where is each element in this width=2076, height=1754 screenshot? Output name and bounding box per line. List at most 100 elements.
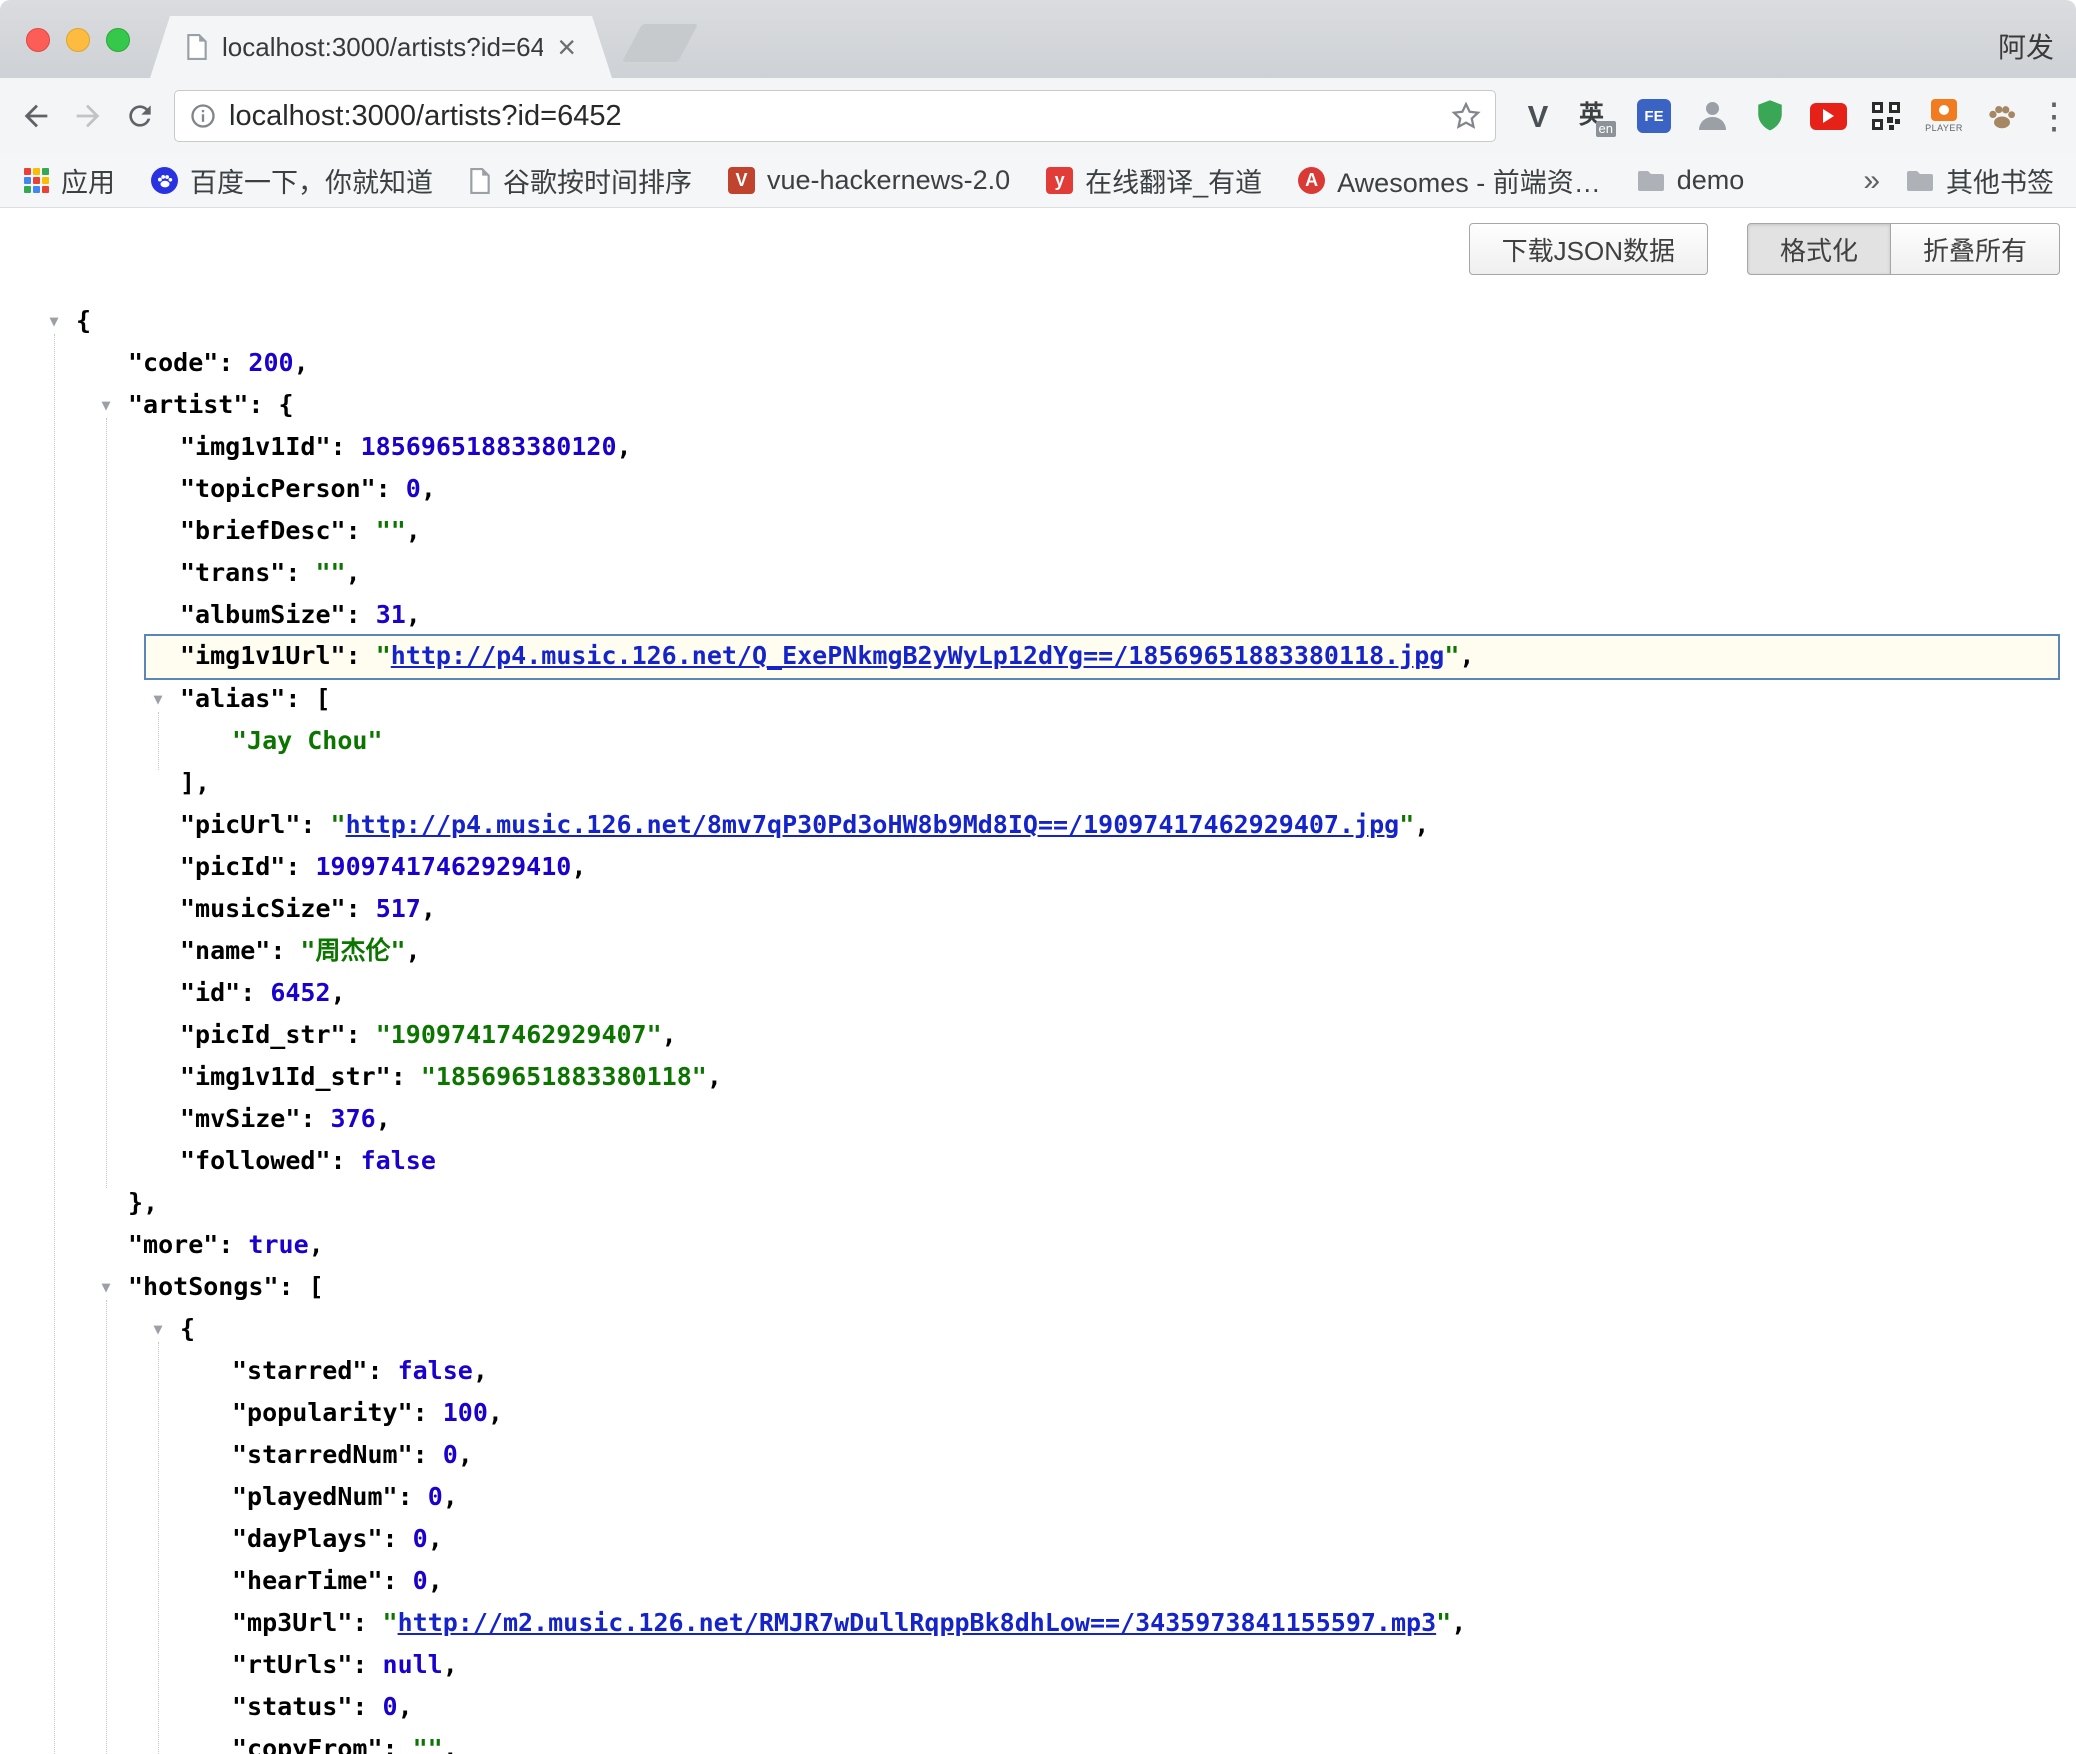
fe-extension-icon[interactable]: FE: [1634, 94, 1674, 138]
minimize-window-button[interactable]: [66, 28, 90, 52]
json-string-quote: ": [1444, 641, 1459, 670]
new-tab-button[interactable]: [622, 24, 698, 62]
tab-close-icon[interactable]: ×: [557, 31, 576, 63]
collapse-toggle-icon[interactable]: ▼: [94, 384, 118, 426]
json-punctuation: :: [346, 1020, 376, 1049]
vue-icon: V: [728, 167, 755, 194]
collapse-all-button[interactable]: 折叠所有: [1890, 223, 2060, 275]
json-punctuation: :: [383, 1566, 413, 1595]
json-punctuation: ,: [473, 1356, 488, 1385]
json-key: "mvSize": [180, 1104, 300, 1133]
bookmark-star-icon[interactable]: [1451, 101, 1481, 131]
bookmark-item-vue-hackernews[interactable]: V vue-hackernews-2.0: [728, 165, 1010, 196]
json-number: 0: [443, 1440, 458, 1469]
json-punctuation: :: [413, 1398, 443, 1427]
json-string-quote: ": [383, 1608, 398, 1637]
json-key: "hearTime": [232, 1566, 383, 1595]
bookmark-item-youdao[interactable]: y 在线翻译_有道: [1046, 161, 1262, 200]
profile-name[interactable]: 阿发: [1998, 26, 2054, 66]
json-punctuation: :: [346, 894, 376, 923]
collapse-toggle-icon[interactable]: ▼: [146, 678, 170, 720]
json-boolean: true: [248, 1230, 308, 1259]
paw-extension-icon[interactable]: [1982, 94, 2022, 138]
tab-title: localhost:3000/artists?id=645: [222, 32, 543, 63]
bookmark-item-baidu[interactable]: 百度一下，你就知道: [151, 161, 433, 200]
collapse-toggle-icon[interactable]: ▼: [94, 1266, 118, 1308]
profile-extension-icon[interactable]: [1692, 94, 1732, 138]
download-json-button[interactable]: 下载JSON数据: [1469, 223, 1708, 275]
json-url-link[interactable]: http://p4.music.126.net/8mv7qP30Pd3oHW8b…: [346, 810, 1400, 839]
json-punctuation: ,: [1451, 1608, 1466, 1637]
json-punctuation: :: [331, 432, 361, 461]
collapse-toggle-icon[interactable]: ▼: [146, 1308, 170, 1350]
back-button[interactable]: [10, 90, 62, 142]
browser-menu-icon[interactable]: ⋮: [2036, 98, 2072, 134]
json-line: "picId_str": "19097417462929407",: [0, 1014, 2076, 1056]
bookmarks-overflow-chevron[interactable]: »: [1863, 164, 1880, 198]
json-number: 31: [376, 600, 406, 629]
translate-en-glyph: en: [1596, 121, 1616, 137]
bookmark-item-demo[interactable]: demo: [1637, 165, 1745, 196]
json-key: "rtUrls": [232, 1650, 352, 1679]
json-punctuation: :: [218, 1230, 248, 1259]
person-body-shape: [1699, 117, 1726, 130]
json-number: 0: [413, 1566, 428, 1595]
json-key: "dayPlays": [232, 1524, 383, 1553]
json-punctuation: :: [352, 1608, 382, 1637]
json-punctuation: ,: [294, 348, 309, 377]
url-text[interactable]: localhost:3000/artists?id=6452: [229, 100, 622, 133]
reload-button[interactable]: [114, 90, 166, 142]
json-url-link[interactable]: http://m2.music.126.net/RMJR7wDullRqppBk…: [398, 1608, 1437, 1637]
browser-tab[interactable]: localhost:3000/artists?id=645 ×: [150, 16, 612, 78]
json-line: "mvSize": 376,: [0, 1098, 2076, 1140]
json-punctuation: [: [309, 1272, 324, 1301]
json-url-link[interactable]: http://p4.music.126.net/Q_ExePNkmgB2yWyL…: [391, 641, 1445, 670]
json-punctuation: :: [285, 852, 315, 881]
qrcode-extension-icon[interactable]: [1866, 94, 1906, 138]
youtube-badge: [1810, 103, 1847, 130]
json-number: 200: [248, 348, 293, 377]
json-number: 376: [331, 1104, 376, 1133]
json-key: "img1v1Id": [180, 432, 331, 461]
translate-extension-icon[interactable]: 英 en: [1576, 94, 1616, 138]
zoom-window-button[interactable]: [106, 28, 130, 52]
json-punctuation: ,: [571, 852, 586, 881]
json-line: "topicPerson": 0,: [0, 468, 2076, 510]
bookmark-item-google-sort[interactable]: 谷歌按时间排序: [469, 161, 692, 200]
json-punctuation: :: [376, 474, 406, 503]
json-number: 517: [376, 894, 421, 923]
json-line: "copyFrom": "",: [0, 1728, 2076, 1754]
json-string: "19097417462929407": [376, 1020, 662, 1049]
json-key: "starredNum": [232, 1440, 413, 1469]
json-punctuation: :: [398, 1482, 428, 1511]
json-number: 0: [428, 1482, 443, 1511]
page-info-icon[interactable]: [189, 102, 217, 130]
json-line: ▼{: [0, 1308, 2076, 1350]
json-key: "trans": [180, 558, 285, 587]
close-window-button[interactable]: [26, 28, 50, 52]
player-badge: [1931, 99, 1957, 121]
youtube-extension-icon[interactable]: [1808, 94, 1848, 138]
format-button[interactable]: 格式化: [1747, 223, 1891, 275]
fe-badge: FE: [1637, 99, 1671, 133]
json-boolean: false: [361, 1146, 436, 1175]
other-bookmarks-folder[interactable]: 其他书签: [1906, 161, 2054, 200]
json-punctuation: :: [300, 1104, 330, 1133]
json-key: "img1v1Id_str": [180, 1062, 391, 1091]
collapse-toggle-icon[interactable]: ▼: [42, 300, 66, 342]
json-key: "topicPerson": [180, 474, 376, 503]
json-punctuation: :: [367, 1356, 397, 1385]
json-line: "mp3Url": "http://m2.music.126.net/RMJR7…: [0, 1602, 2076, 1644]
navigation-bar: localhost:3000/artists?id=6452 V 英 en FE: [0, 78, 2076, 154]
bookmark-item-awesomes[interactable]: A Awesomes - 前端资…: [1298, 161, 1601, 200]
forward-button[interactable]: [62, 90, 114, 142]
json-punctuation: ,: [458, 1440, 473, 1469]
address-bar[interactable]: localhost:3000/artists?id=6452: [174, 90, 1496, 142]
json-line: ▼"alias": [: [0, 678, 2076, 720]
tab-strip: localhost:3000/artists?id=645 × 阿发: [0, 0, 2076, 78]
player-extension-icon[interactable]: PLAYER: [1924, 94, 1964, 138]
bookmark-item-apps[interactable]: 应用: [24, 161, 115, 200]
shield-extension-icon[interactable]: [1750, 94, 1790, 138]
json-punctuation: ,: [443, 1734, 458, 1754]
vimium-extension-icon[interactable]: V: [1518, 94, 1558, 138]
